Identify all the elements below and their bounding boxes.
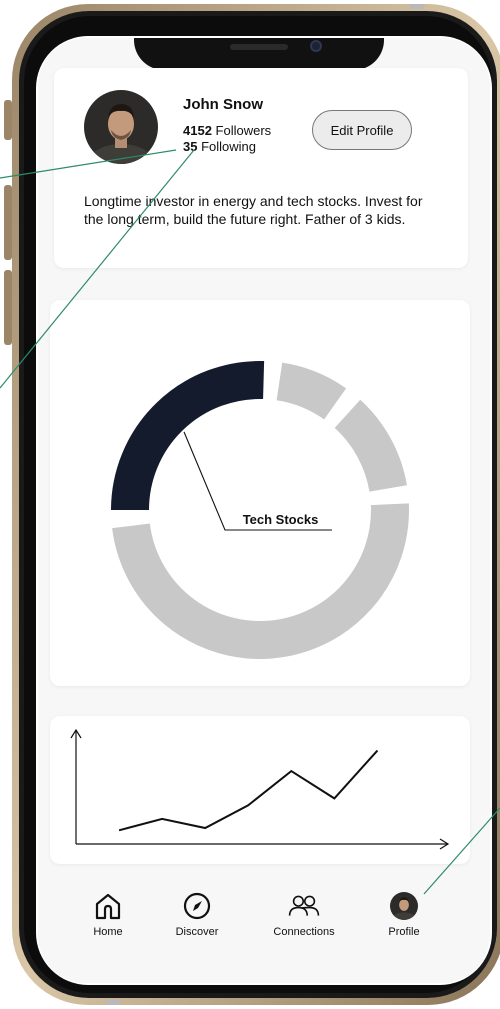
nav-home-label: Home [93,926,123,938]
followers-stat[interactable]: 4152 Followers [183,123,271,138]
home-icon [92,890,124,922]
followers-count: 4152 [183,123,212,138]
bottom-nav: Home Discover Connections Profile [38,890,490,952]
portfolio-donut-card: Tech Stocks [50,300,470,686]
front-camera [310,40,322,52]
users-icon [288,890,320,922]
following-stat[interactable]: 35 Following [183,139,256,154]
nav-profile-label: Profile [388,926,420,938]
series-line [118,749,379,832]
portfolio-donut-chart: Tech Stocks [111,361,409,659]
edit-profile-button[interactable]: Edit Profile [312,110,412,150]
nav-connections-label: Connections [273,926,335,938]
app-screen: John Snow 4152 Followers 35 Following Ed… [38,38,490,983]
followers-label: Followers [215,123,272,138]
donut-slice-1[interactable] [111,361,265,511]
notch [134,38,384,70]
performance-line-card [50,716,470,864]
following-count: 35 [183,139,198,154]
donut-slice-3[interactable] [334,399,407,493]
speaker-grille [230,44,288,50]
nav-discover[interactable]: Discover [164,890,230,952]
donut-slice-2[interactable] [276,362,347,420]
user-name: John Snow [183,96,263,113]
profile-avatar-icon [388,890,420,922]
nav-home[interactable]: Home [88,890,128,952]
profile-avatar[interactable] [84,90,158,164]
nav-discover-label: Discover [175,926,219,938]
donut-highlight-label: Tech Stocks [243,512,319,527]
profile-card: John Snow 4152 Followers 35 Following Ed… [54,68,468,268]
performance-line-chart [70,728,450,850]
nav-connections[interactable]: Connections [264,890,344,952]
compass-icon [181,890,213,922]
nav-profile[interactable]: Profile [379,890,429,952]
profile-bio: Longtime investor in energy and tech sto… [84,193,423,227]
following-label: Following [201,139,257,154]
